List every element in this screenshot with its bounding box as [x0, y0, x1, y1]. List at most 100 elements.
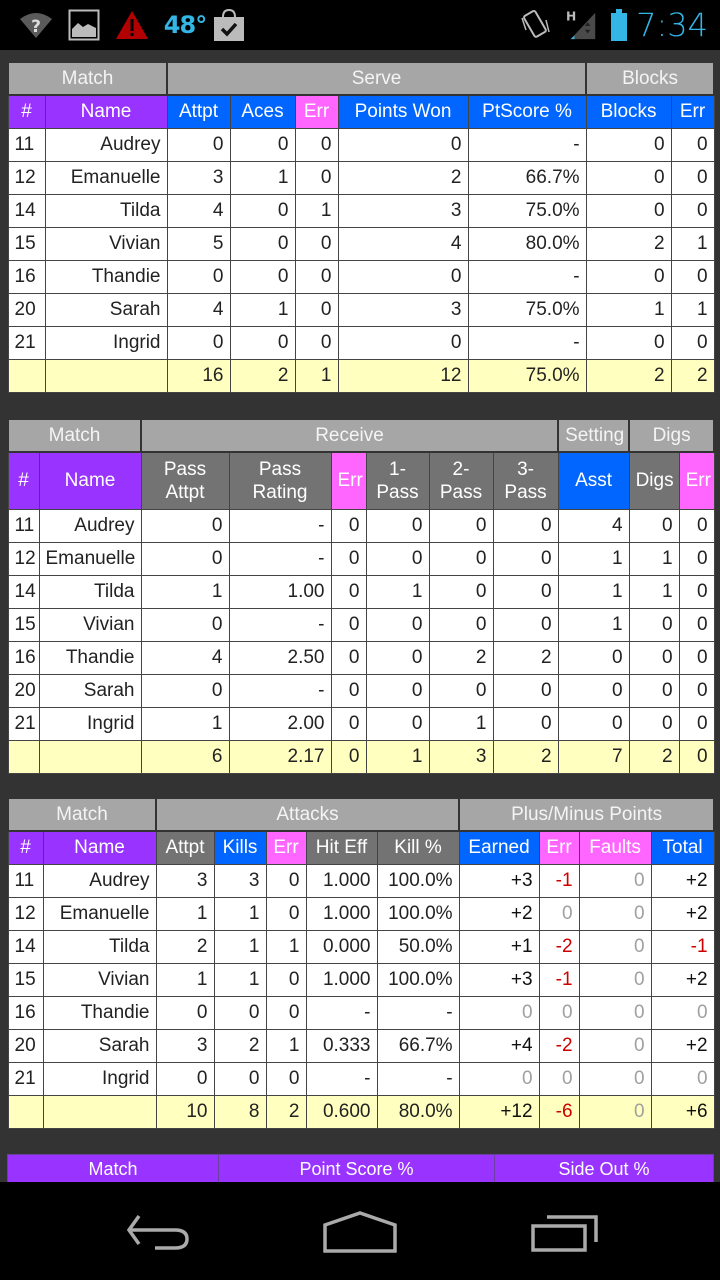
serve-rows: 11 Audrey 0 0 0 0-0 0 12 Emanuelle 3 1 0 2 66.7% 0 0 14 T… [7, 127, 715, 360]
stat-cell: -1 [538, 962, 580, 997]
col-number[interactable]: # [7, 94, 46, 129]
player-row[interactable]: 12 Emanuelle 3 1 0 2 66.7% 0 0 [7, 160, 715, 195]
col-serve-attempts[interactable]: Attpt [166, 94, 231, 129]
col-point-score-pct[interactable]: Point Score % [218, 1154, 495, 1182]
stat-cell: 0 [670, 325, 715, 360]
col-attack-errors[interactable]: Err [265, 830, 307, 865]
home-icon [323, 1211, 397, 1253]
serve-blocks-table: Match Serve Blocks # Name Attpt Aces Err… [7, 61, 716, 393]
stat-cell: 4 [166, 292, 231, 327]
player-row[interactable]: 20 Sarah 3 2 1 0.333 66.7% +4 -2 0 +2 [7, 1028, 715, 1063]
stat-cell: 0 [428, 574, 494, 609]
player-row[interactable]: 15 Vivian 5 0 0 4 80.0% 2 1 [7, 226, 715, 261]
col-points-won[interactable]: Points Won [337, 94, 469, 129]
col-assists[interactable]: Asst [557, 451, 630, 510]
player-row[interactable]: 14 Tilda 4 0 1 3 75.0% 0 0 [7, 193, 715, 228]
col-name[interactable]: Name [42, 830, 157, 865]
temperature-readout: 48° [163, 11, 207, 39]
warning-icon [114, 8, 150, 42]
column-header-row: # Name Pass Attpt Pass Rating Err 1- Pas… [7, 451, 715, 510]
stat-cell: 0 [578, 962, 652, 997]
col-pm-errors[interactable]: Err [538, 830, 580, 865]
group-attacks: Attacks [154, 797, 461, 832]
clock: 7:34 [636, 6, 708, 44]
col-pass-rating[interactable]: Pass Rating [228, 451, 332, 510]
col-earned[interactable]: Earned [458, 830, 540, 865]
player-row[interactable]: 21 Ingrid 0 0 0- -0 0 0 0 [7, 1061, 715, 1096]
stats-scroll-area[interactable]: Match Serve Blocks # Name Attpt Aces Err… [0, 50, 720, 1182]
col-receive-errors[interactable]: Err [330, 451, 367, 510]
battery-icon [607, 8, 631, 42]
col-pass-attempts[interactable]: Pass Attpt [140, 451, 230, 510]
player-row[interactable]: 12 Emanuelle 0-0 0 0 0 1 1 0 [7, 541, 715, 576]
col-faults[interactable]: Faults [578, 830, 652, 865]
stat-cell: 3 [337, 193, 469, 228]
col-digs[interactable]: Digs [628, 451, 680, 510]
player-row[interactable]: 16 Thandie 4 2.50 0 0 2 2 0 0 0 [7, 640, 715, 675]
player-row[interactable]: 15 Vivian 1 1 0 1.000 100.0% +3 -1 0 +2 [7, 962, 715, 997]
home-button[interactable] [310, 1202, 410, 1262]
col-side-out-pct[interactable]: Side Out % [494, 1154, 714, 1182]
stat-cell: 0 [670, 259, 715, 294]
stat-cell: 0 [213, 1061, 267, 1096]
player-row[interactable]: 11 Audrey 0-0 0 0 0 4 0 0 [7, 508, 715, 543]
player-row[interactable]: 16 Thandie 0 0 0- -0 0 0 0 [7, 995, 715, 1030]
stat-cell: 0 [213, 995, 267, 1030]
player-row[interactable]: 16 Thandie 0 0 0 0-0 0 [7, 259, 715, 294]
player-row[interactable]: 20 Sarah 0-0 0 0 0 0 0 0 [7, 673, 715, 708]
col-ptscore-pct[interactable]: PtScore % [467, 94, 587, 129]
col-1-pass[interactable]: 1- Pass [365, 451, 430, 510]
attacks-plusminus-table: Match Attacks Plus/Minus Points # Name A… [7, 797, 716, 1129]
col-attack-attempts[interactable]: Attpt [155, 830, 215, 865]
player-number: 11 [7, 127, 46, 162]
col-name[interactable]: Name [38, 451, 142, 510]
col-serve-errors[interactable]: Err [294, 94, 339, 129]
col-3-pass[interactable]: 3- Pass [492, 451, 559, 510]
col-aces[interactable]: Aces [229, 94, 296, 129]
col-number[interactable]: # [7, 830, 44, 865]
stat-cell: +4 [458, 1028, 540, 1063]
player-row[interactable]: 21 Ingrid 1 2.00 0 0 1 0 0 0 0 [7, 706, 715, 741]
back-icon [126, 1214, 189, 1250]
player-row[interactable]: 20 Sarah 4 1 0 3 75.0% 1 1 [7, 292, 715, 327]
player-row[interactable]: 11 Audrey 0 0 0 0-0 0 [7, 127, 715, 162]
col-match[interactable]: Match [7, 1154, 219, 1182]
back-button[interactable] [110, 1202, 210, 1262]
stat-cell: 3 [337, 292, 469, 327]
col-hit-efficiency[interactable]: Hit Eff [305, 830, 378, 865]
player-row[interactable]: 12 Emanuelle 1 1 0 1.000 100.0% +2 0 0 +2 [7, 896, 715, 931]
stat-cell: 2 [428, 640, 494, 675]
stat-cell: +3 [458, 962, 540, 997]
col-kill-pct[interactable]: Kill % [376, 830, 460, 865]
player-row[interactable]: 21 Ingrid 0 0 0 0-0 0 [7, 325, 715, 360]
col-2-pass[interactable]: 2- Pass [428, 451, 494, 510]
shopping-bag-check-icon [212, 8, 246, 42]
stat-cell: 1 [428, 706, 494, 741]
navigation-bar [0, 1182, 720, 1280]
stat-cell: - [376, 995, 460, 1030]
total-cell: 7 [557, 739, 630, 774]
col-blocks[interactable]: Blocks [585, 94, 672, 129]
player-row[interactable]: 14 Tilda 1 1.00 0 1 0 0 1 1 0 [7, 574, 715, 609]
player-row[interactable]: 14 Tilda 2 1 1 0.000 50.0% +1 -2 0 -1 [7, 929, 715, 964]
col-block-errors[interactable]: Err [670, 94, 715, 129]
total-cell: 1 [365, 739, 430, 774]
image-icon [67, 8, 101, 42]
recent-apps-button[interactable] [515, 1202, 615, 1262]
col-dig-errors[interactable]: Err [678, 451, 715, 510]
col-name[interactable]: Name [44, 94, 168, 129]
stat-cell: 0 [670, 193, 715, 228]
stat-cell: 0 [337, 325, 469, 360]
col-total[interactable]: Total [650, 830, 715, 865]
stat-cell: 2 [337, 160, 469, 195]
player-row[interactable]: 11 Audrey 3 3 0 1.000 100.0% +3 -1 0 +2 [7, 863, 715, 898]
col-kills[interactable]: Kills [213, 830, 267, 865]
stat-cell: 1 [213, 929, 267, 964]
col-number[interactable]: # [7, 451, 40, 510]
player-name: Emanuelle [44, 160, 168, 195]
player-row[interactable]: 15 Vivian 0-0 0 0 0 1 0 0 [7, 607, 715, 642]
stat-cell: +2 [650, 863, 715, 898]
stat-cell: 0 [492, 541, 559, 576]
player-name: Audrey [38, 508, 142, 543]
player-number: 16 [7, 995, 44, 1030]
